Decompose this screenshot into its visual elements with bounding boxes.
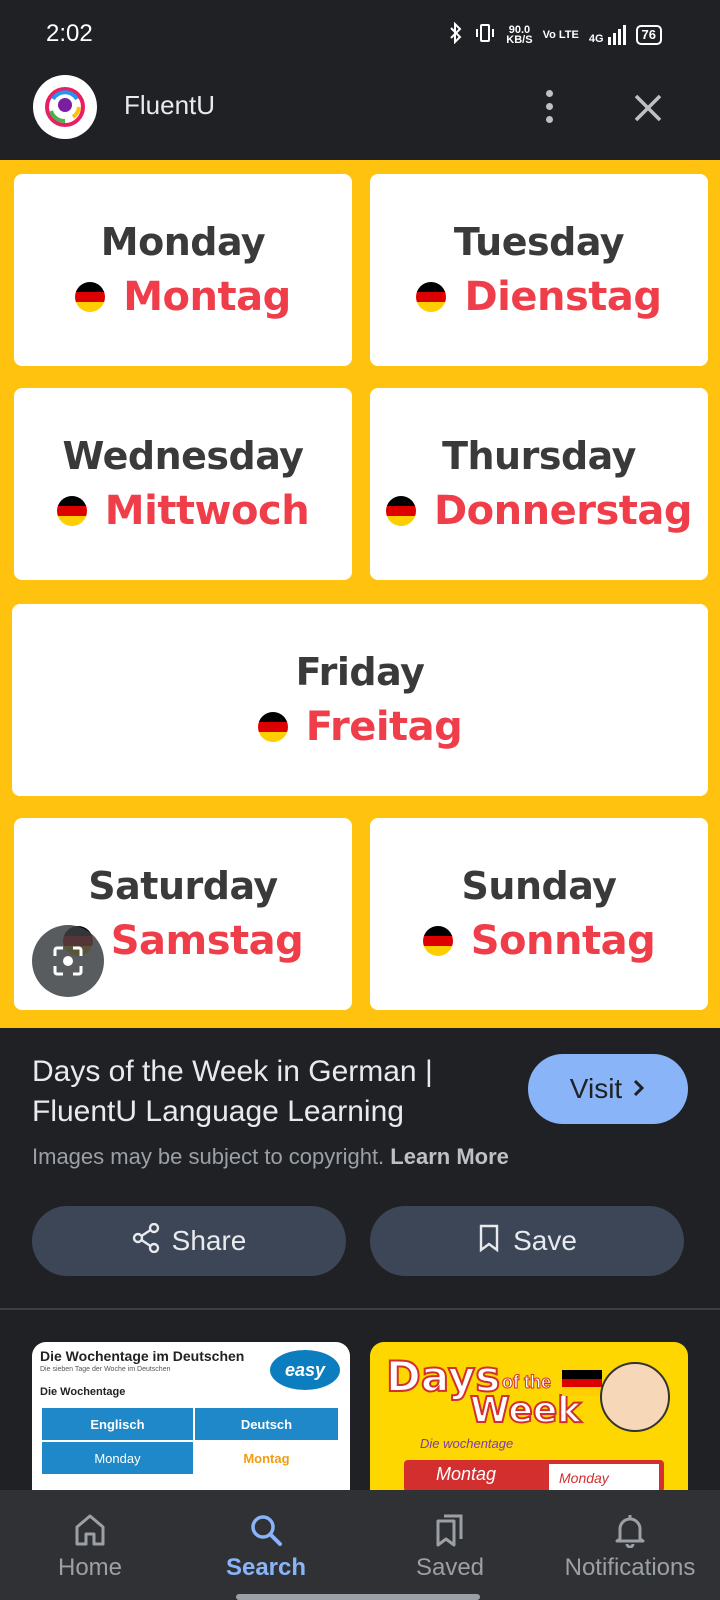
vibrate-icon (474, 22, 496, 47)
volte-indicator: Vo LTE (542, 28, 579, 41)
share-icon (132, 1222, 160, 1260)
close-icon[interactable] (628, 88, 668, 128)
english-day: Sunday (461, 864, 617, 908)
german-day: Freitag (305, 704, 463, 750)
english-day: Wednesday (62, 434, 304, 478)
save-label: Save (513, 1225, 577, 1256)
more-vert-icon[interactable] (534, 86, 564, 126)
chevron-right-icon (632, 1073, 646, 1105)
english-day: Tuesday (453, 220, 625, 264)
learn-more-link[interactable]: Learn More (390, 1144, 509, 1169)
network-speed: 90.0 KB/S (506, 23, 533, 46)
english-day: Monday (100, 220, 266, 264)
thumb-row-en: Monday (549, 1464, 659, 1492)
day-card-monday: Monday Montag (14, 174, 352, 366)
german-day: Samstag (110, 918, 304, 964)
visit-label: Visit (569, 1073, 623, 1104)
german-flag-icon (416, 282, 447, 312)
thumb-row-de: Montag (436, 1464, 497, 1484)
german-flag-icon (562, 1370, 602, 1397)
thumb-heading: Die Wochentage (40, 1386, 126, 1398)
divider (0, 1308, 720, 1310)
bookmarks-icon (436, 1514, 463, 1547)
german-flag-icon (56, 496, 87, 526)
german-row: Donnerstag (385, 488, 693, 534)
english-day: Thursday (442, 434, 636, 478)
english-day: Saturday (88, 864, 278, 908)
nav-home-label: Home (57, 1554, 123, 1581)
related-image-1[interactable]: Die Wochentage im Deutschen Die sieben T… (32, 1342, 350, 1492)
day-card-thursday: Thursday Donnerstag (370, 388, 708, 580)
thumb-subtitle: Die sieben Tage der Woche im Deutschen (40, 1366, 171, 1373)
result-image[interactable]: Monday Montag Tuesday Dienstag Wednesday… (0, 160, 720, 1028)
thumb-week-text: Week (469, 1389, 582, 1432)
german-day: Montag (123, 274, 291, 320)
fluentu-logo-icon (33, 75, 97, 139)
german-flag-icon (257, 712, 288, 742)
table-cell: Montag (192, 1440, 341, 1476)
copyright-notice: Images may be subject to copyright. Lear… (32, 1144, 509, 1170)
share-label: Share (171, 1225, 247, 1256)
visit-button[interactable]: Visit (528, 1054, 688, 1124)
nav-saved[interactable]: Saved (360, 1490, 540, 1600)
speed-value: 90.0 (508, 23, 531, 36)
bluetooth-icon (448, 21, 464, 47)
day-card-tuesday: Tuesday Dienstag (370, 174, 708, 366)
thumb-title: Die Wochentage im Deutschen (40, 1348, 245, 1364)
german-day: Sonntag (470, 918, 656, 964)
german-row: Mittwoch (56, 488, 310, 534)
share-button[interactable]: Share (32, 1206, 346, 1276)
day-card-friday: Friday Freitag (12, 604, 708, 796)
english-day: Friday (295, 650, 425, 694)
status-time: 2:02 (46, 20, 93, 47)
network-type: 4G (588, 32, 604, 45)
home-icon (75, 1514, 105, 1546)
german-day: Donnerstag (433, 488, 693, 534)
table-header: Deutsch (192, 1406, 341, 1442)
signal-icon: 4G (588, 24, 626, 45)
german-row: Sonntag (422, 918, 656, 964)
status-bar: 2:02 90.0 KB/S Vo LTE 4G 76 (0, 0, 720, 66)
german-row: Dienstag (416, 274, 662, 320)
table-cell: Monday (40, 1440, 195, 1476)
speed-unit: KB/S (506, 33, 533, 46)
battery-indicator: 76 (635, 24, 662, 45)
table-header: Englisch (40, 1406, 195, 1442)
result-title[interactable]: Days of the Week in German | FluentU Lan… (32, 1052, 502, 1132)
save-button[interactable]: Save (370, 1206, 684, 1276)
bookmark-icon (477, 1223, 501, 1260)
thumb-table: Englisch Deutsch Monday Montag (40, 1406, 341, 1476)
copyright-text: Images may be subject to copyright. (32, 1144, 385, 1169)
thumb-subtitle: Die wochentage (420, 1436, 514, 1451)
german-flag-icon (422, 926, 453, 956)
nav-search-label: Search (225, 1554, 307, 1581)
german-row: Freitag (257, 704, 463, 750)
german-day: Dienstag (464, 274, 662, 320)
thumb-row: Montag Monday (404, 1460, 664, 1492)
nav-search[interactable]: Search (176, 1490, 356, 1600)
day-card-sunday: Sunday Sonntag (370, 818, 708, 1010)
nav-notifications-label: Notifications (564, 1554, 696, 1581)
bottom-navigation: Home Search Saved Notifications (0, 1490, 720, 1600)
bell-icon (615, 1515, 645, 1548)
german-row: Montag (75, 274, 291, 320)
app-header: FluentU (0, 66, 720, 160)
nav-saved-label: Saved (415, 1554, 485, 1581)
nav-home[interactable]: Home (0, 1490, 180, 1600)
lens-icon[interactable] (32, 925, 104, 997)
search-icon (251, 1515, 282, 1546)
nav-notifications[interactable]: Notifications (540, 1490, 720, 1600)
german-day: Mittwoch (104, 488, 310, 534)
related-image-2[interactable]: Days of the Week Die wochentage Montag M… (370, 1342, 688, 1492)
german-flag-icon (385, 496, 416, 526)
gesture-bar[interactable] (236, 1594, 480, 1600)
app-name: FluentU (124, 90, 216, 120)
status-icons: 90.0 KB/S Vo LTE 4G 76 (448, 21, 662, 47)
day-card-wednesday: Wednesday Mittwoch (14, 388, 352, 580)
easy-logo: easy (270, 1350, 340, 1390)
german-flag-icon (75, 282, 106, 312)
cartoon-boy-icon (600, 1362, 670, 1432)
